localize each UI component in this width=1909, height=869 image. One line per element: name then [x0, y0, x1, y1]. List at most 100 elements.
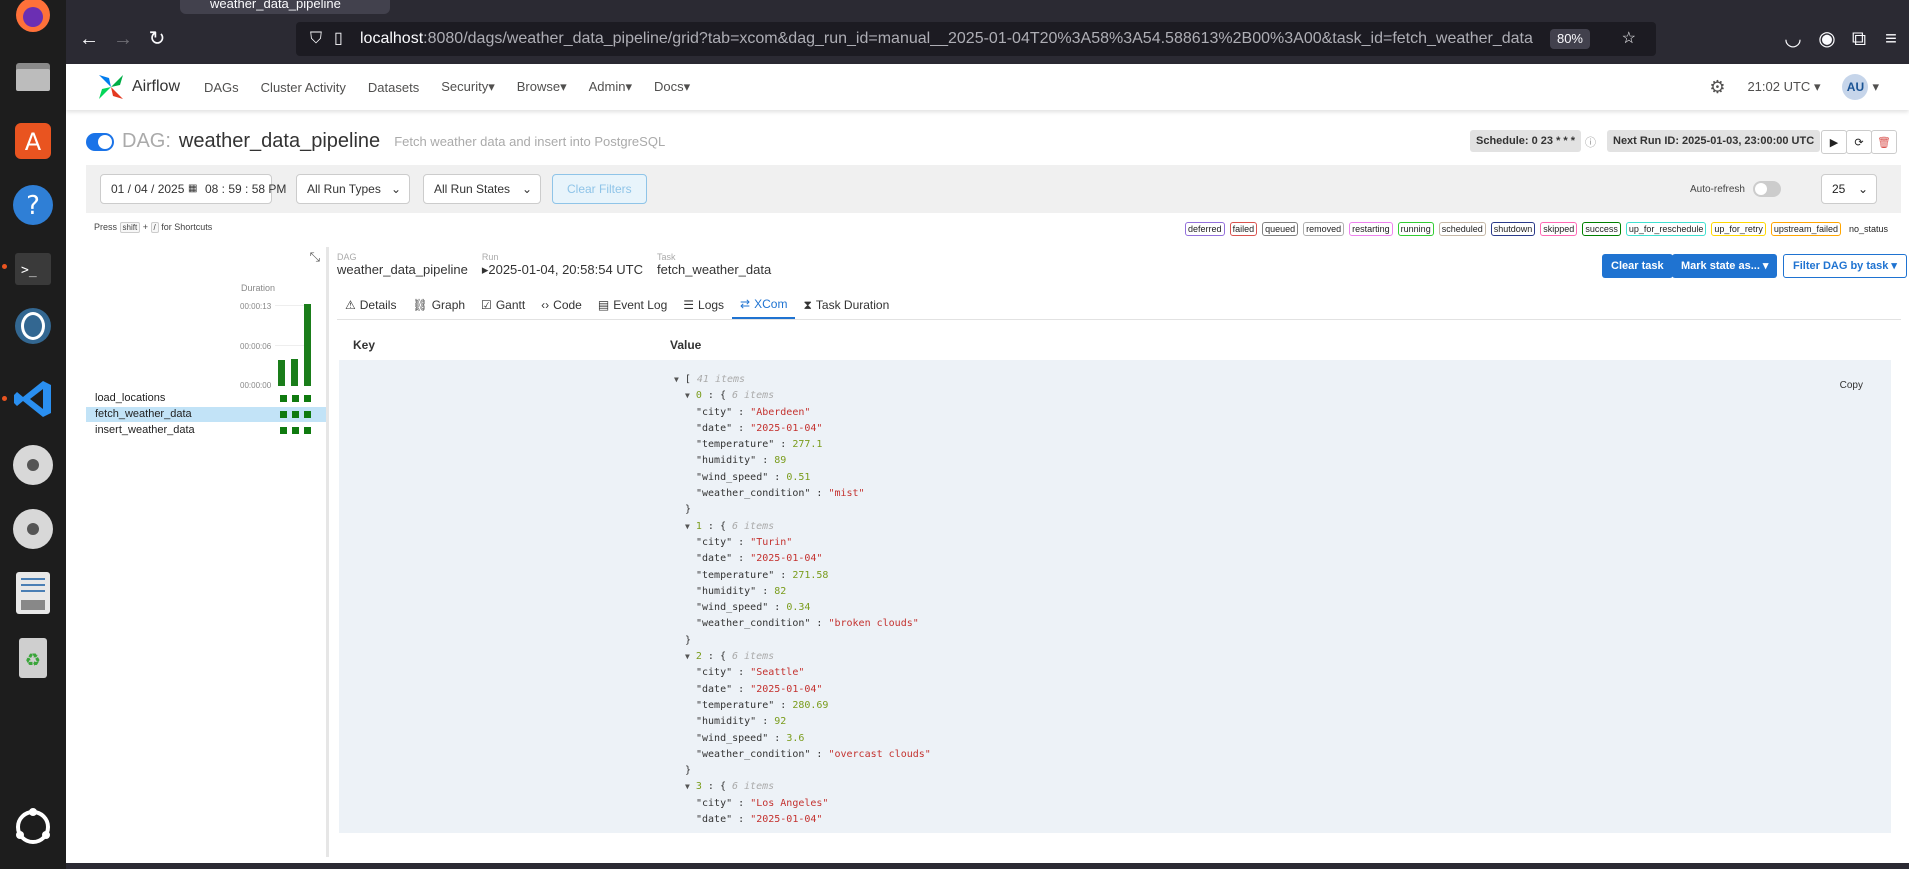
address-bar[interactable]: ⛉ ▯ localhost:8080/dags/weather_data_pip…: [296, 22, 1656, 56]
trash-icon[interactable]: ♻: [8, 632, 58, 682]
bookmark-star-icon[interactable]: ☆: [1622, 22, 1636, 56]
filter-dag-by-task-button[interactable]: Filter DAG by task ▾: [1783, 254, 1907, 278]
time-display[interactable]: 21:02 UTC ▾: [1747, 79, 1820, 95]
tab-logs[interactable]: ☰ Logs: [675, 290, 732, 319]
legend-upstream-failed[interactable]: upstream_failed: [1770, 222, 1841, 236]
menu-cluster-activity[interactable]: Cluster Activity: [261, 80, 346, 95]
dag-pause-toggle[interactable]: [86, 132, 114, 151]
json-object: ▼ 3 : { 6 items: [685, 781, 775, 793]
json-field: "wind_speed" : 0.34: [696, 602, 811, 614]
zoom-level[interactable]: 80%: [1549, 29, 1590, 49]
tab-graph[interactable]: ⛓ Graph: [404, 290, 473, 319]
collapse-caret-icon: ▼: [674, 375, 679, 384]
filter-bar: 01 / 04 / 2025 ▦ 08 : 59 : 58 PM All Run…: [86, 165, 1901, 213]
postgresql-icon[interactable]: [8, 304, 58, 354]
os-dock: A ? >_ ♻: [0, 0, 66, 869]
legend-up-for-reschedule[interactable]: up_for_reschedule: [1625, 222, 1707, 236]
json-root: ▼ [ 41 items: [674, 374, 746, 385]
text-editor-icon[interactable]: [8, 568, 58, 618]
vscode-icon[interactable]: [8, 374, 58, 424]
tab-gantt[interactable]: ☑ Gantt: [473, 290, 533, 319]
duration-bar[interactable]: [304, 304, 311, 386]
breadcrumb-run[interactable]: Run ▸2025-01-04, 20:58:54 UTC: [482, 252, 643, 278]
menu-browse[interactable]: Browse▾: [517, 79, 567, 95]
menu-dags[interactable]: DAGs: [204, 80, 239, 95]
duration-tick: 00:00:00: [240, 381, 272, 390]
legend-success[interactable]: success: [1582, 222, 1621, 236]
reload-icon[interactable]: ↻: [144, 26, 170, 52]
clear-task-button[interactable]: Clear task: [1602, 254, 1673, 278]
grid-pane: ⤡ Duration 00:00:13 00:00:06 00:00:00 lo…: [86, 247, 329, 857]
clear-filters-button[interactable]: Clear Filters: [552, 174, 647, 204]
shortcuts-hint: Press shift + / for Shortcuts: [94, 222, 213, 233]
json-field: "wind_speed" : 3.6: [696, 732, 805, 744]
legend-running[interactable]: running: [1397, 222, 1434, 236]
legend-deferred[interactable]: deferred: [1185, 222, 1225, 236]
legend-scheduled[interactable]: scheduled: [1438, 222, 1486, 236]
account-icon[interactable]: ◉: [1814, 26, 1840, 52]
page-icon[interactable]: ▯: [334, 22, 343, 56]
json-field: "date" : "2025-01-04": [696, 683, 823, 695]
run-state-select[interactable]: All Run States ⌄: [423, 174, 541, 204]
num-runs-select[interactable]: 25 ⌄: [1821, 174, 1877, 204]
task-row-insert-weather-data[interactable]: insert_weather_data: [86, 423, 326, 438]
mark-state-button[interactable]: Mark state as... ▾: [1672, 254, 1778, 278]
pocket-icon[interactable]: ◡: [1780, 26, 1806, 52]
help-icon[interactable]: ?: [8, 180, 58, 230]
duration-bar[interactable]: [278, 360, 285, 386]
menu-datasets[interactable]: Datasets: [368, 80, 419, 95]
legend-skipped[interactable]: skipped: [1540, 222, 1578, 236]
user-menu[interactable]: AU ▾: [1842, 74, 1879, 100]
legend-queued[interactable]: queued: [1262, 222, 1299, 236]
legend-no-status[interactable]: no_status: [1846, 222, 1891, 236]
airflow-logo[interactable]: Airflow: [96, 72, 180, 102]
task-row-load-locations[interactable]: load_locations: [86, 391, 326, 406]
collapse-grid-icon[interactable]: ⤡: [310, 249, 320, 265]
terminal-icon[interactable]: >_: [8, 244, 58, 294]
legend-removed[interactable]: removed: [1303, 222, 1345, 236]
legend-shutdown[interactable]: shutdown: [1490, 222, 1536, 236]
shield-icon[interactable]: ⛉: [310, 22, 322, 56]
task-row-fetch-weather-data[interactable]: fetch_weather_data: [86, 407, 326, 422]
auto-refresh-toggle[interactable]: [1753, 181, 1781, 197]
copy-button[interactable]: Copy: [1840, 380, 1863, 391]
xcom-table-header: Key Value: [339, 330, 1891, 360]
app-store-icon[interactable]: A: [8, 116, 58, 166]
show-apps-icon[interactable]: [8, 802, 58, 852]
forward-icon[interactable]: →: [110, 26, 136, 52]
back-icon[interactable]: ←: [76, 26, 102, 52]
delete-dag-icon[interactable]: 🗑: [1871, 130, 1897, 154]
legend-failed[interactable]: failed: [1229, 222, 1258, 236]
breadcrumb-dag[interactable]: DAG weather_data_pipeline: [337, 252, 468, 278]
duration-bar[interactable]: [291, 359, 298, 386]
tab-xcom[interactable]: ⇄ XCom: [732, 290, 796, 319]
trigger-dag-icon[interactable]: ▶: [1821, 130, 1847, 154]
json-object: ▼ 1 : { 6 items: [685, 520, 775, 532]
tab-code[interactable]: ‹› Code: [533, 290, 590, 319]
tab-details[interactable]: ⚠ Details: [337, 290, 404, 319]
parse-dag-icon[interactable]: ⟳: [1846, 130, 1872, 154]
base-date-input[interactable]: 01 / 04 / 2025 ▦ 08 : 59 : 58 PM: [100, 174, 286, 204]
menu-admin[interactable]: Admin▾: [589, 79, 632, 95]
menu-icon[interactable]: ≡: [1878, 26, 1904, 52]
calendar-icon[interactable]: ▦: [188, 175, 197, 203]
chevron-down-icon: ⌄: [390, 182, 401, 196]
firefox-icon[interactable]: [8, 0, 58, 40]
legend-up-for-retry[interactable]: up_for_retry: [1711, 222, 1766, 236]
url-host: localhost: [360, 30, 424, 47]
gear-icon[interactable]: ⚙: [1709, 77, 1725, 98]
info-icon[interactable]: ⓘ: [1585, 134, 1596, 150]
legend-restarting[interactable]: restarting: [1349, 222, 1393, 236]
disc-icon[interactable]: [8, 440, 58, 490]
breadcrumb-task[interactable]: Task fetch_weather_data: [657, 252, 771, 278]
menu-docs[interactable]: Docs▾: [654, 79, 690, 95]
browser-tab[interactable]: weather_data_pipeline: [180, 0, 390, 14]
files-icon[interactable]: [8, 52, 58, 102]
tab-event-log[interactable]: ▤ Event Log: [590, 290, 675, 319]
run-type-select[interactable]: All Run Types ⌄: [296, 174, 410, 204]
disc-icon[interactable]: [8, 504, 58, 554]
dag-title: weather_data_pipeline: [178, 130, 381, 152]
tab-task-duration[interactable]: ⧗ Task Duration: [795, 290, 897, 319]
menu-security[interactable]: Security▾: [441, 79, 495, 95]
extensions-icon[interactable]: ⧉: [1846, 26, 1872, 52]
